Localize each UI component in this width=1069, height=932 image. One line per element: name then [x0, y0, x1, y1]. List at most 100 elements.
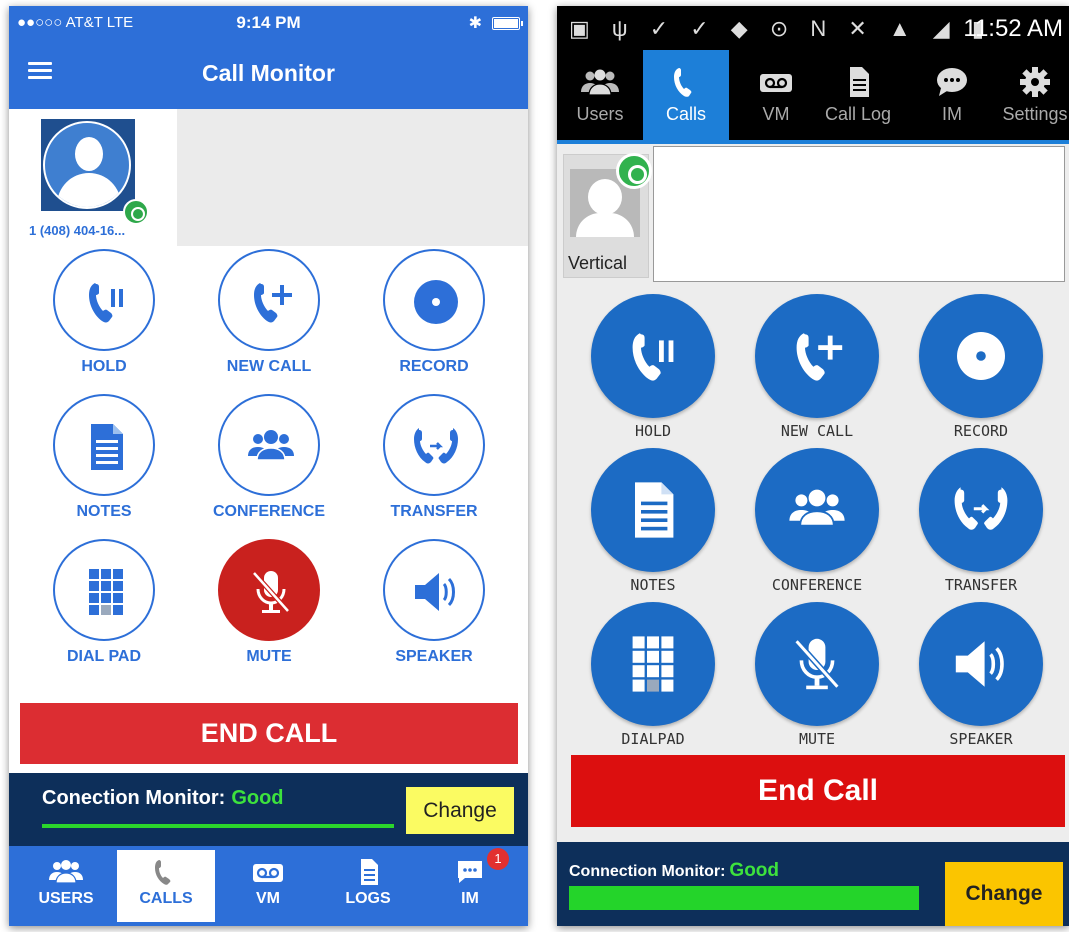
dialpad-button[interactable]: DIAL PAD — [29, 539, 179, 666]
new-call-label: NEW CALL — [780, 422, 854, 440]
dialpad-key — [661, 636, 674, 649]
dialpad-key — [647, 650, 659, 663]
android-status-bar: ▣ ψ ✓ ✓ ◆ ⊙ N ✕ ▲ ◢ ▮ 11:52 AM — [557, 6, 1069, 50]
dialpad-key — [89, 569, 99, 579]
speaker-label: SPEAKER — [949, 730, 1013, 748]
change-button[interactable]: Change — [945, 862, 1063, 926]
chat-icon — [937, 68, 967, 96]
phone-icon — [155, 860, 171, 885]
tab-users[interactable]: Users — [557, 50, 643, 140]
dialpad-icon — [89, 569, 123, 615]
conference-button[interactable]: CONFERENCE — [194, 394, 344, 521]
speaker-button[interactable]: SPEAKER — [901, 602, 1061, 748]
conference-label: CONFERENCE — [212, 503, 325, 520]
connection-quality-bar — [569, 886, 919, 910]
conference-button[interactable]: CONFERENCE — [737, 448, 897, 594]
dialpad-icon — [632, 636, 674, 692]
notes-button[interactable]: NOTES — [29, 394, 179, 521]
bluetooth-icon: ✱ — [468, 15, 482, 32]
transfer-label: TRANSFER — [944, 576, 1018, 594]
tab-vm[interactable]: VM — [733, 50, 819, 140]
record-button[interactable]: RECORD — [359, 249, 509, 376]
tab-vm[interactable]: VM — [219, 850, 317, 922]
caller-name: Vertical — [568, 253, 628, 273]
tab-im[interactable]: IM — [909, 50, 995, 140]
speaker-icon — [955, 641, 1004, 687]
dialpad-key — [632, 679, 645, 692]
notes-icon — [635, 482, 674, 538]
android-tab-bar: Users Calls VM Call Log IM Settings — [557, 50, 1069, 140]
connection-status: Good — [729, 860, 780, 881]
end-call-button[interactable]: END CALL — [20, 703, 518, 764]
conference-icon — [789, 489, 845, 527]
notes-button[interactable]: NOTES — [573, 448, 733, 594]
document-icon — [850, 67, 869, 97]
dialpad-key — [113, 581, 123, 591]
change-button[interactable]: Change — [406, 787, 514, 834]
dialpad-key — [113, 593, 123, 603]
notes-icon — [91, 424, 123, 470]
dialpad-key — [89, 605, 99, 615]
dialpad-key — [661, 679, 674, 692]
new-call-button[interactable]: NEW CALL — [194, 249, 344, 376]
dialpad-key — [647, 636, 659, 649]
transfer-label: TRANSFER — [390, 503, 478, 520]
tab-users[interactable]: USERS — [17, 850, 115, 922]
transfer-button[interactable]: TRANSFER — [359, 394, 509, 521]
transfer-button[interactable]: TRANSFER — [901, 448, 1061, 594]
tab-call-log[interactable]: Call Log — [815, 50, 901, 140]
notification-icons: ▣ ψ ✓ ✓ ◆ ⊙ N ✕ ▲ ◢ ▮ — [569, 16, 992, 41]
tab-settings[interactable]: Settings — [995, 50, 1069, 140]
mic-muted-icon — [252, 571, 290, 613]
status-time: 11:52 AM — [963, 15, 1063, 42]
dialpad-key — [632, 650, 645, 663]
users-icon — [581, 69, 619, 96]
voicemail-icon — [253, 864, 283, 882]
document-icon — [361, 859, 378, 885]
hold-button[interactable]: HOLD — [29, 249, 179, 376]
dialpad-key — [647, 679, 659, 692]
dialpad-button[interactable]: DIALPAD — [573, 602, 733, 748]
dialpad-label: DIALPAD — [621, 730, 685, 748]
record-label: RECORD — [953, 422, 1009, 440]
mute-button[interactable]: MUTE — [737, 602, 897, 748]
active-call-icon — [123, 199, 149, 225]
mute-label: MUTE — [246, 648, 292, 665]
phone-add-icon — [796, 333, 843, 381]
active-call-icon — [616, 153, 652, 189]
speaker-button[interactable]: SPEAKER — [359, 539, 509, 666]
page-title: Call Monitor — [202, 60, 335, 86]
dialpad-key — [101, 581, 111, 591]
ios-phone-screen: ●●○○○ AT&T LTE 9:14 PM ✱ Call Monitor 1 … — [9, 6, 528, 926]
phone-add-icon — [254, 283, 292, 323]
dialpad-key — [101, 569, 111, 579]
dialpad-key — [661, 650, 674, 663]
mute-button[interactable]: MUTE — [194, 539, 344, 666]
tab-calls[interactable]: Calls — [643, 50, 729, 140]
caller-strip: Vertical — [557, 144, 1069, 284]
connection-monitor: Conection Monitor: Good Change — [9, 773, 528, 846]
caller-empty-slot — [653, 146, 1065, 282]
mute-label: MUTE — [798, 730, 836, 748]
mic-muted-icon — [794, 638, 840, 690]
ios-tab-bar: USERS CALLS VM LOGS IM 1 — [9, 846, 528, 926]
tab-im[interactable]: IM 1 — [421, 848, 519, 922]
connection-monitor: Connection Monitor: Good Change — [557, 842, 1069, 926]
notes-label: NOTES — [630, 576, 676, 594]
tab-calls[interactable]: CALLS — [117, 850, 215, 922]
dialpad-key — [647, 665, 659, 678]
hold-label: HOLD — [81, 358, 127, 375]
connection-status: Good — [231, 787, 284, 809]
android-phone-screen: ▣ ψ ✓ ✓ ◆ ⊙ N ✕ ▲ ◢ ▮ 11:52 AM Users Cal… — [557, 6, 1069, 926]
new-call-button[interactable]: NEW CALL — [737, 294, 897, 440]
dialpad-key — [113, 569, 123, 579]
record-button[interactable]: RECORD — [901, 294, 1061, 440]
tab-logs[interactable]: LOGS — [319, 850, 417, 922]
end-call-button[interactable]: End Call — [571, 755, 1065, 827]
hold-button[interactable]: HOLD — [573, 294, 733, 440]
caller-card[interactable]: Vertical — [563, 153, 652, 278]
transfer-icon — [954, 487, 1008, 530]
dialpad-key — [101, 593, 111, 603]
caller-card[interactable]: 1 (408) 404-16... — [9, 109, 177, 249]
dialpad-key — [101, 605, 111, 615]
